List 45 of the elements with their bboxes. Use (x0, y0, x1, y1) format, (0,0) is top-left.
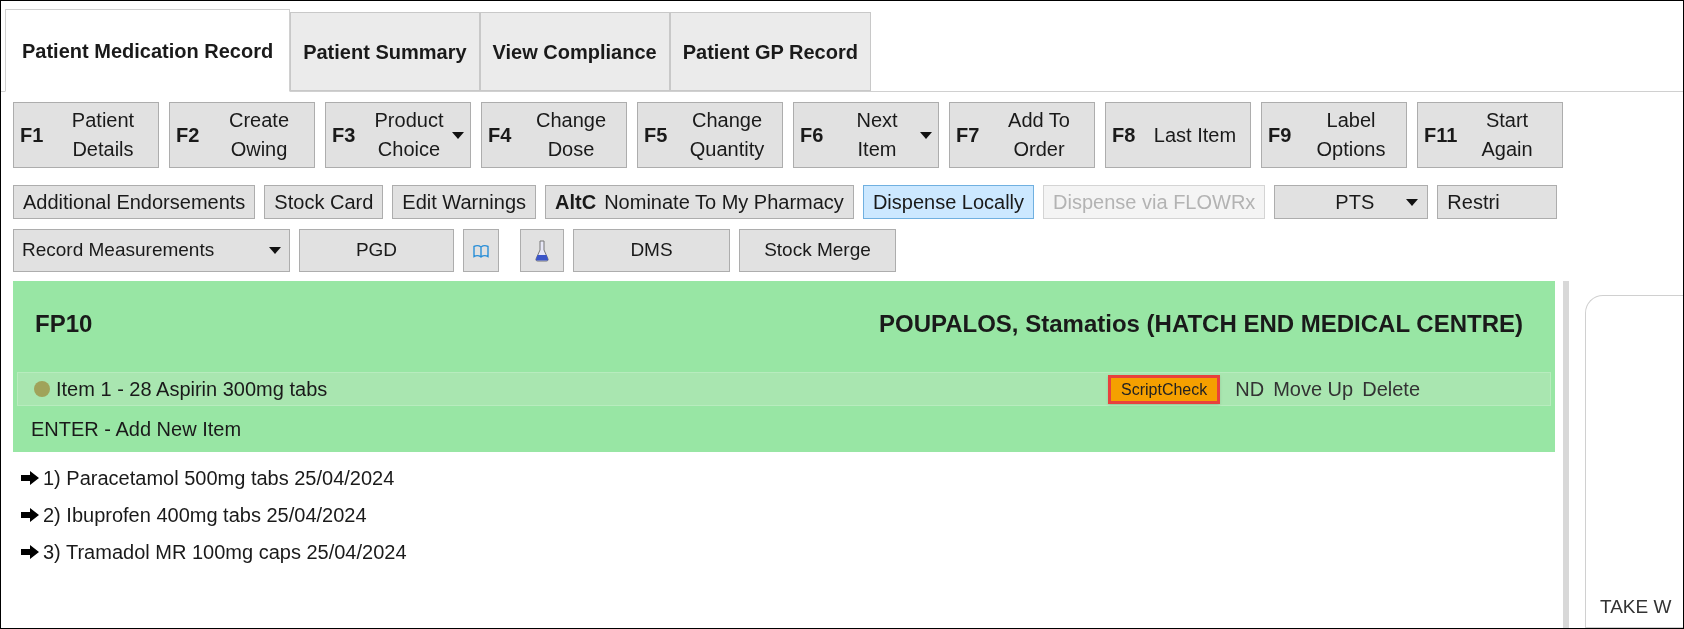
function-key-button[interactable]: F5 Change Quantity (637, 102, 783, 168)
item-label: Item 1 - 28 Aspirin 300mg tabs (56, 377, 329, 402)
toolbar-button[interactable]: Stock Merge (739, 229, 896, 272)
action-link[interactable]: Move Up (1273, 374, 1354, 404)
toolbar-button[interactable]: Additional Endorsements (13, 185, 256, 219)
caret-icon (920, 131, 932, 139)
toolbar-button[interactable]: DMS (573, 229, 730, 272)
action-link[interactable]: Delete (1362, 374, 1420, 404)
toolbar-button[interactable]: Dispense Locally (862, 185, 1035, 219)
add-item-hint[interactable]: ENTER - Add New Item (13, 406, 1555, 452)
toolbar-button[interactable]: Restri (1437, 185, 1558, 219)
toolbar-button[interactable]: Edit Warnings (392, 185, 537, 219)
function-key-button[interactable]: F8 Last Item (1105, 102, 1251, 168)
tab[interactable]: Patient Medication Record (5, 9, 291, 92)
dropdown[interactable]: Record Measurements (13, 229, 290, 272)
item-row[interactable]: Item 1 - 28 Aspirin 300mg tabs ScriptCheck ND Move Up Delete (17, 372, 1551, 406)
action-link[interactable]: ND (1235, 374, 1265, 404)
function-key-button[interactable]: F7 Add To Order (949, 102, 1095, 168)
toolbar-button[interactable]: Stock Card (264, 185, 384, 219)
arrow-icon (21, 470, 39, 485)
toolbar-button[interactable]: PGD (299, 229, 454, 272)
tab[interactable]: Patient Summary (290, 12, 480, 91)
form-title: FP10 (35, 308, 93, 339)
function-key-button[interactable]: F6 Next Item (793, 102, 939, 168)
script-check-button[interactable]: ScriptCheck (1108, 374, 1221, 404)
function-key-button[interactable]: F2 Create Owing (169, 102, 315, 168)
history-item[interactable]: 3) Tramadol MR 100mg caps 25/04/2024 (43, 536, 407, 567)
history-item[interactable]: 1) Paracetamol 500mg tabs 25/04/2024 (43, 462, 395, 493)
label-text: TAKE W (1599, 594, 1672, 619)
patient-name: POUPALOS, Stamatios (HATCH END MEDICAL CENTRE) (878, 308, 1524, 339)
tab[interactable]: View Compliance (479, 12, 670, 91)
history-item[interactable]: 2) Ibuprofen 400mg tabs 25/04/2024 (43, 499, 367, 530)
function-key-button[interactable]: F4 Change Dose (481, 102, 627, 168)
toolbar-button[interactable]: AltC Nominate To My Pharmacy (545, 185, 854, 219)
flask-icon[interactable] (520, 229, 564, 272)
tab[interactable]: Patient GP Record (669, 12, 871, 91)
function-key-button[interactable]: F11 Start Again (1417, 102, 1563, 168)
caret-icon (452, 131, 464, 139)
arrow-icon (21, 507, 39, 522)
function-key-button[interactable]: F9 Label Options (1261, 102, 1407, 168)
caret-icon (1406, 198, 1419, 206)
function-key-button[interactable]: F1 Patient Details (13, 102, 159, 168)
arrow-icon (21, 544, 39, 559)
caret-icon (269, 247, 281, 254)
dropdown[interactable]: PTS (1274, 185, 1429, 219)
